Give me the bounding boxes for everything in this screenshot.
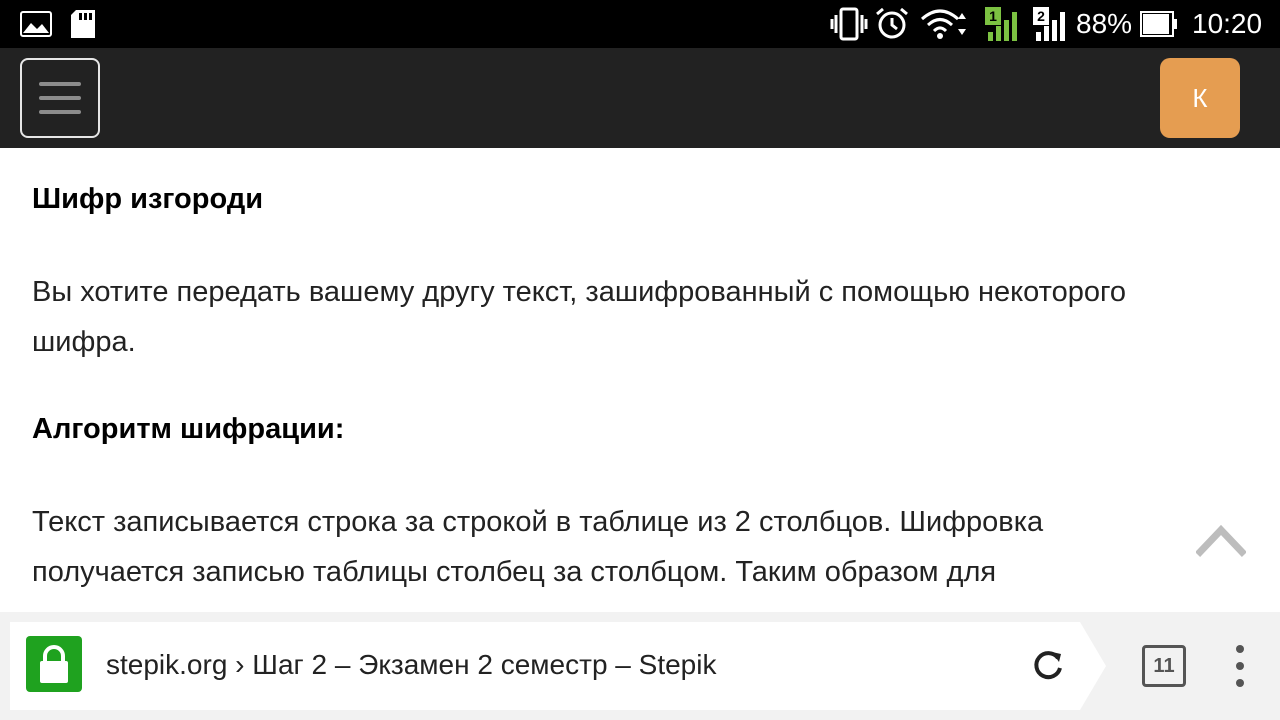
secure-lock-icon[interactable]	[26, 636, 82, 692]
more-options-icon[interactable]	[1232, 645, 1248, 687]
user-avatar-button[interactable]: К	[1160, 58, 1240, 138]
svg-text:1: 1	[989, 8, 997, 24]
signal-sim2-icon: 2	[1032, 0, 1070, 48]
sd-card-icon	[70, 0, 96, 48]
battery-icon	[1140, 0, 1178, 48]
alarm-icon	[874, 0, 910, 48]
article-title: Шифр изгороди	[32, 183, 264, 215]
vibrate-icon	[830, 0, 868, 48]
tab-switcher-button[interactable]: 11	[1142, 645, 1186, 687]
algorithm-heading: Алгоритм шифрации:	[32, 413, 345, 445]
site-header: К	[0, 48, 1280, 148]
battery-percent: 88%	[1076, 8, 1133, 39]
menu-icon-line	[39, 82, 81, 86]
wifi-icon	[920, 0, 968, 48]
signal-sim1-icon: 1	[984, 0, 1022, 48]
chevron-up-icon	[1195, 524, 1247, 557]
article-intro: Вы хотите передать вашему другу текст, з…	[32, 276, 1127, 358]
gallery-notification-icon	[20, 0, 52, 48]
clock: 10:20	[1192, 8, 1263, 39]
reload-icon	[1034, 651, 1062, 680]
article-content: Шифр изгороди Вы хотите передать вашему …	[0, 148, 1280, 612]
svg-text:2: 2	[1037, 8, 1045, 24]
status-bar: 1 2 88% 10:20	[0, 0, 1280, 48]
url-text[interactable]: stepik.org › Шаг 2 – Экзамен 2 семестр –…	[106, 636, 716, 694]
algorithm-text: Текст записывается строка за строкой в т…	[32, 506, 1044, 588]
menu-icon-line	[39, 110, 81, 114]
hamburger-menu-button[interactable]	[20, 58, 100, 138]
menu-icon-line	[39, 96, 81, 100]
reload-button[interactable]	[1030, 648, 1066, 684]
scroll-to-top-button[interactable]	[1195, 520, 1247, 560]
